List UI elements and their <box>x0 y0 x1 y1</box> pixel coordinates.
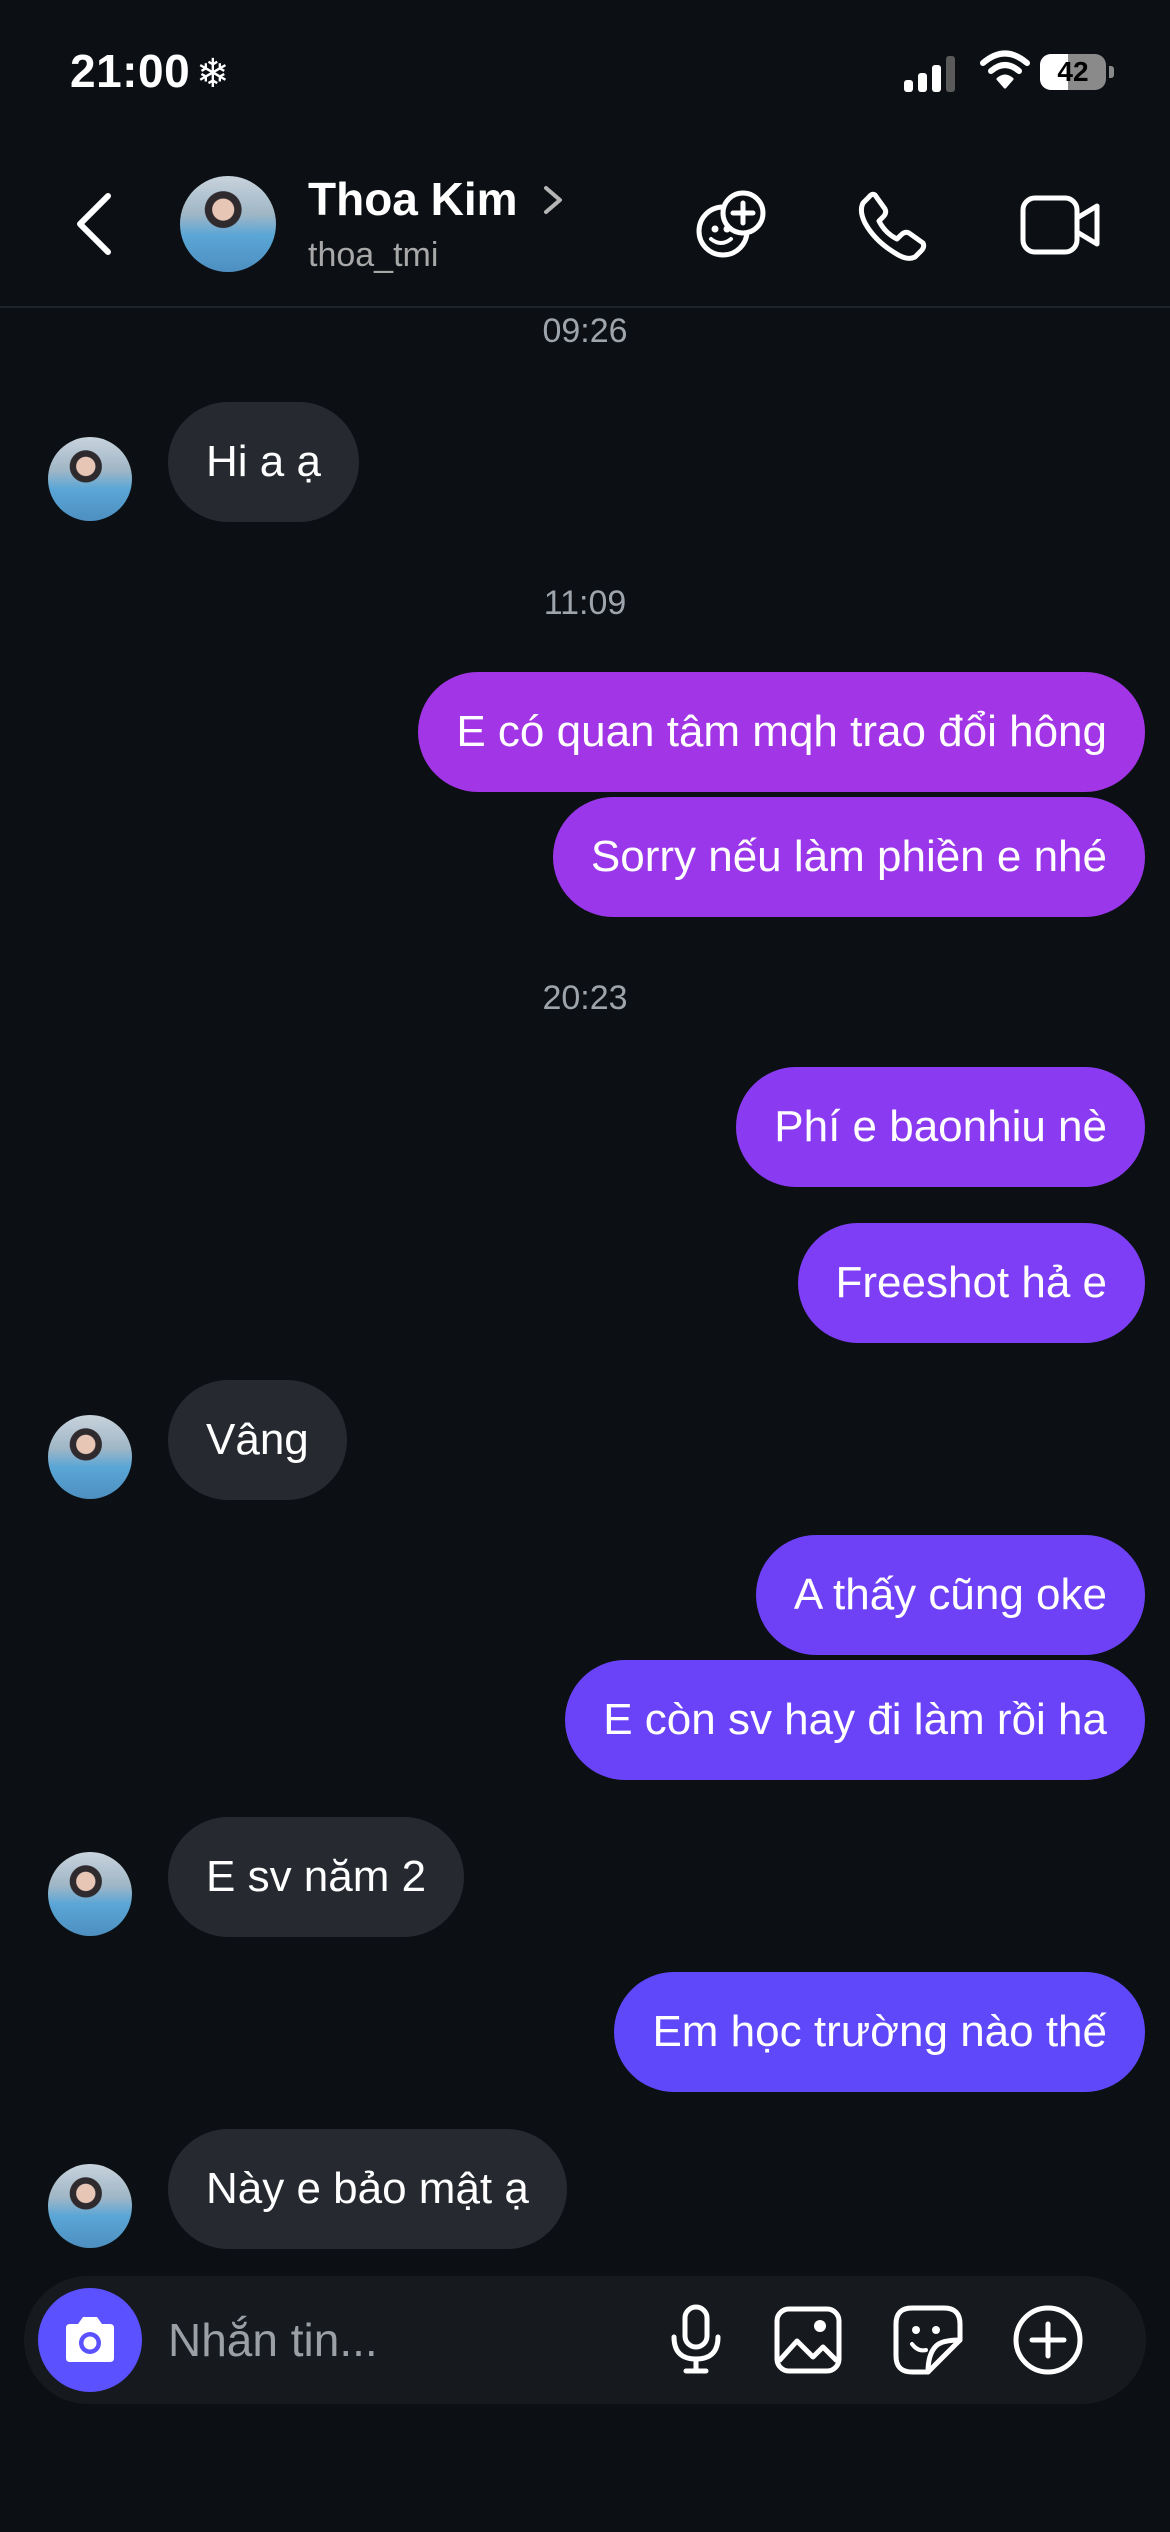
cellular-signal-icon <box>904 56 956 92</box>
sender-avatar[interactable] <box>48 437 132 521</box>
phone-icon <box>858 191 927 261</box>
chevron-left-icon <box>77 193 111 255</box>
image-icon <box>774 2306 842 2374</box>
snowflake-icon: ❄ <box>196 52 231 96</box>
incoming-message[interactable]: E sv năm 2 <box>168 1817 465 1937</box>
outgoing-message[interactable]: A thấy cũng oke <box>755 1535 1145 1655</box>
battery-icon: 42 <box>1040 54 1106 90</box>
outgoing-message[interactable]: Phí e baonhiu nè <box>736 1067 1145 1187</box>
incoming-message[interactable]: Vâng <box>168 1380 347 1500</box>
video-camera-icon <box>1020 195 1100 255</box>
voice-call-button[interactable] <box>848 180 938 270</box>
battery-level: 42 <box>1057 56 1089 87</box>
outgoing-message[interactable]: E có quan tâm mqh trao đổi hông <box>418 672 1145 792</box>
header-divider <box>0 306 1170 308</box>
wifi-icon <box>980 50 1030 89</box>
status-time: 21:00 ❄ <box>70 44 230 98</box>
outgoing-message[interactable]: E còn sv hay đi làm rồi ha <box>565 1660 1145 1780</box>
games-button[interactable] <box>686 180 776 270</box>
status-time-text: 21:00 <box>70 45 191 97</box>
plus-circle-icon <box>1013 2305 1083 2375</box>
microphone-icon <box>671 2304 721 2374</box>
outgoing-message[interactable]: Em học trường nào thế <box>614 1972 1145 2092</box>
video-call-button[interactable] <box>1016 180 1106 270</box>
more-button[interactable] <box>1000 2292 1096 2388</box>
sender-avatar[interactable] <box>48 1415 132 1499</box>
sender-avatar[interactable] <box>48 2164 132 2248</box>
timestamp: 09:26 <box>542 312 628 350</box>
timestamp: 11:09 <box>543 584 627 622</box>
timestamp: 20:23 <box>542 979 628 1017</box>
message-input[interactable] <box>168 2300 628 2380</box>
sticker-button[interactable] <box>880 2292 976 2388</box>
outgoing-message[interactable]: Freeshot hả e <box>797 1223 1145 1343</box>
contact-name[interactable]: Thoa Kim <box>308 172 518 226</box>
gallery-button[interactable] <box>760 2292 856 2388</box>
sender-avatar[interactable] <box>48 1852 132 1936</box>
chevron-right-icon[interactable] <box>538 180 568 220</box>
incoming-message[interactable]: Này e bảo mật ạ <box>168 2129 567 2249</box>
outgoing-message[interactable]: Sorry nếu làm phiền e nhé <box>552 797 1145 917</box>
sticker-icon <box>893 2305 963 2375</box>
contact-username: thoa_tmi <box>308 236 439 274</box>
voice-message-button[interactable] <box>648 2292 744 2388</box>
battery-tip <box>1109 66 1114 78</box>
contact-avatar[interactable] <box>180 176 276 272</box>
incoming-message[interactable]: Hi a ạ <box>168 402 359 522</box>
games-icon <box>696 190 766 258</box>
camera-icon <box>66 2317 114 2362</box>
camera-button[interactable] <box>38 2288 142 2392</box>
back-button[interactable] <box>64 186 124 262</box>
